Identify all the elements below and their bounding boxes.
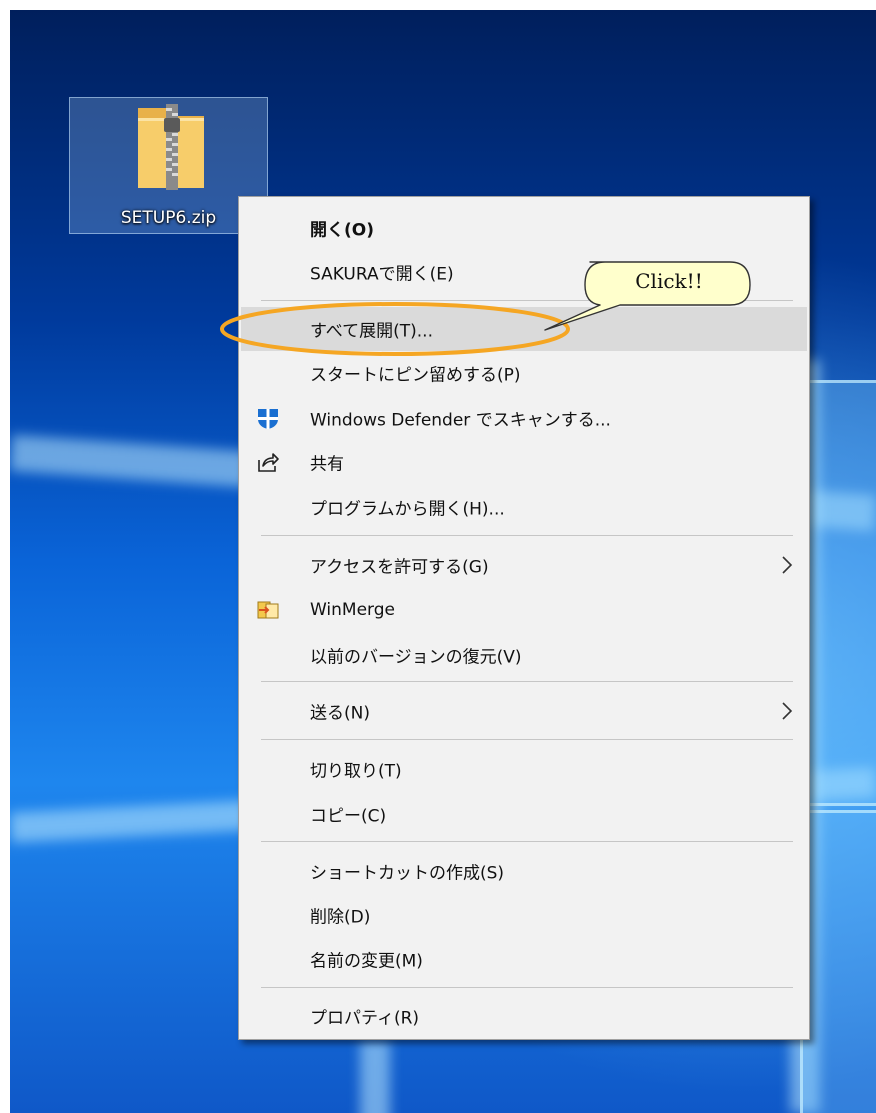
menu-item-label: ショートカットの作成(S) (310, 863, 505, 884)
menu-item-properties[interactable]: プロパティ(R) (241, 994, 807, 1038)
menu-item-restore-previous[interactable]: 以前のバージョンの復元(V) (241, 633, 807, 677)
menu-item-label: 開く(O) (310, 220, 374, 241)
callout-text: Click!! (635, 269, 703, 293)
chevron-right-icon (782, 556, 793, 574)
menu-item-open[interactable]: 開く(O) (241, 206, 807, 250)
zip-folder-icon[interactable] (136, 104, 206, 190)
menu-item-delete[interactable]: 削除(D) (241, 893, 807, 937)
windows-defender-shield-icon (258, 409, 278, 429)
menu-item-label: Windows Defender でスキャンする... (310, 410, 611, 431)
menu-item-label: 以前のバージョンの復元(V) (310, 647, 522, 668)
menu-separator (261, 535, 793, 536)
menu-item-label: 共有 (310, 454, 344, 475)
menu-item-winmerge[interactable]: WinMerge (241, 588, 807, 632)
menu-item-label: 送る(N) (310, 703, 370, 724)
menu-item-label: SAKURAで開く(E) (310, 264, 454, 285)
menu-item-label: プログラムから開く(H)... (310, 499, 505, 520)
menu-item-pin-to-start[interactable]: スタートにピン留めする(P) (241, 351, 807, 395)
menu-item-cut[interactable]: 切り取り(T) (241, 747, 807, 791)
share-icon (258, 453, 279, 472)
menu-item-label: 名前の変更(M) (310, 951, 423, 972)
menu-item-extract-all[interactable]: すべて展開(T)... (241, 307, 807, 351)
menu-item-defender-scan[interactable]: Windows Defender でスキャンする... (241, 396, 807, 440)
menu-item-create-shortcut[interactable]: ショートカットの作成(S) (241, 849, 807, 893)
menu-item-label: プロパティ(R) (310, 1008, 420, 1029)
context-menu: 開く(O) SAKURAで開く(E) すべて展開(T)... スタートにピン留め… (238, 196, 810, 1040)
menu-item-copy[interactable]: コピー(C) (241, 792, 807, 836)
menu-separator (261, 841, 793, 842)
menu-item-send-to[interactable]: 送る(N) (241, 689, 807, 733)
menu-separator (261, 300, 793, 301)
menu-item-open-with[interactable]: プログラムから開く(H)... (241, 485, 807, 529)
menu-item-label: スタートにピン留めする(P) (310, 365, 521, 386)
menu-item-rename[interactable]: 名前の変更(M) (241, 937, 807, 981)
menu-item-share[interactable]: 共有 (241, 440, 807, 484)
chevron-right-icon (782, 702, 793, 720)
menu-item-label: すべて展開(T)... (310, 321, 433, 342)
menu-item-label: 削除(D) (310, 907, 371, 928)
menu-item-label: WinMerge (310, 600, 395, 620)
menu-item-give-access[interactable]: アクセスを許可する(G) (241, 543, 807, 587)
menu-item-label: コピー(C) (310, 806, 387, 827)
menu-separator (261, 681, 793, 682)
menu-item-label: アクセスを許可する(G) (310, 557, 489, 578)
winmerge-icon (257, 601, 279, 619)
menu-item-label: 切り取り(T) (310, 761, 402, 782)
menu-separator (261, 987, 793, 988)
menu-separator (261, 739, 793, 740)
